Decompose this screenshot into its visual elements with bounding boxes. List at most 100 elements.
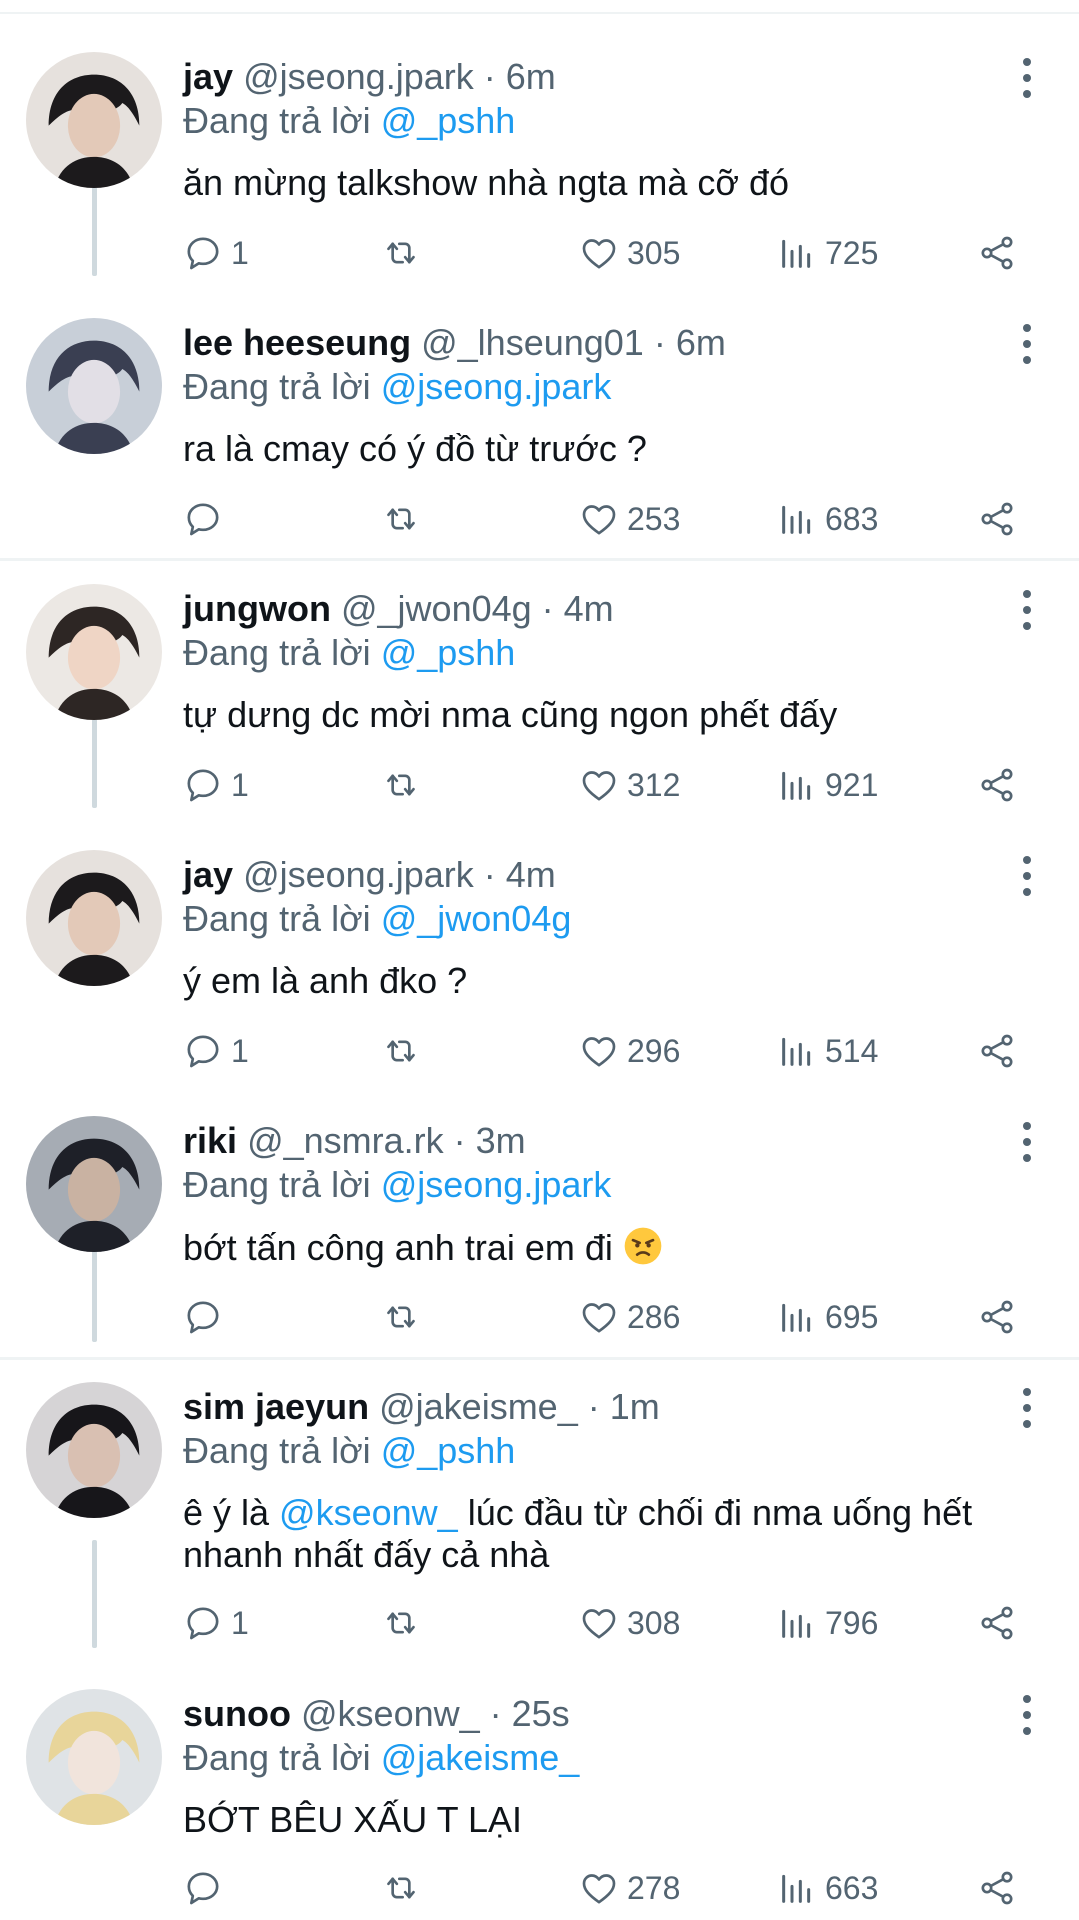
inline-mention-link[interactable]: @kseonw_	[279, 1492, 458, 1533]
more-options-icon[interactable]	[1015, 58, 1039, 98]
avatar[interactable]	[26, 52, 162, 188]
username-handle[interactable]: @kseonw_	[301, 1693, 480, 1734]
username-handle[interactable]: @jseong.jpark	[243, 56, 474, 97]
username-handle[interactable]: @jseong.jpark	[243, 854, 474, 895]
timestamp[interactable]: 3m	[476, 1120, 526, 1161]
username-handle[interactable]: @_nsmra.rk	[247, 1120, 444, 1161]
views-button[interactable]: 683	[777, 496, 878, 542]
retweet-button[interactable]	[381, 230, 421, 276]
retweet-button[interactable]	[381, 762, 421, 808]
reply-button[interactable]	[183, 1865, 223, 1911]
retweet-button[interactable]	[381, 1294, 421, 1340]
views-button[interactable]: 514	[777, 1028, 878, 1074]
avatar[interactable]	[26, 318, 162, 454]
analytics-icon	[782, 239, 811, 268]
views-button[interactable]: 725	[777, 230, 878, 276]
display-name[interactable]: lee heeseung	[183, 322, 411, 363]
tweet[interactable]: sim jaeyun @jakeisme_ · 1m Đang trả lời @…	[0, 1382, 1079, 1650]
tweet[interactable]: riki @_nsmra.rk · 3m Đang trả lời @jseong…	[0, 1116, 1079, 1344]
display-name[interactable]: sim jaeyun	[183, 1386, 369, 1427]
like-count: 253	[627, 500, 681, 537]
reply-button[interactable]	[183, 496, 223, 542]
display-name[interactable]: jungwon	[183, 588, 331, 629]
share-button[interactable]	[977, 496, 1017, 542]
timestamp[interactable]: 6m	[676, 322, 726, 363]
username-handle[interactable]: @_jwon04g	[341, 588, 532, 629]
timestamp[interactable]: 1m	[610, 1386, 660, 1427]
tweet[interactable]: sunoo @kseonw_ · 25s Đang trả lời @jakeis…	[0, 1689, 1079, 1915]
like-button[interactable]: 278	[579, 1865, 680, 1911]
avatar[interactable]	[26, 1116, 162, 1252]
views-button[interactable]: 796	[777, 1600, 878, 1646]
more-options-icon[interactable]	[1015, 324, 1039, 364]
share-button[interactable]	[977, 230, 1017, 276]
share-button[interactable]	[977, 1294, 1017, 1340]
reply-to-mention[interactable]: @jseong.jpark	[381, 1164, 612, 1205]
angry-face-emoji	[623, 1226, 663, 1266]
reply-button[interactable]: 1	[183, 1028, 249, 1074]
more-options-icon[interactable]	[1015, 1388, 1039, 1428]
retweet-button[interactable]	[381, 1600, 421, 1646]
avatar[interactable]	[26, 1382, 162, 1518]
retweet-icon	[387, 1040, 415, 1062]
tweet[interactable]: lee heeseung @_lhseung01 · 6m Đang trả lờ…	[0, 318, 1079, 546]
reply-button[interactable]: 1	[183, 230, 249, 276]
views-button[interactable]: 695	[777, 1294, 878, 1340]
tweet[interactable]: jay @jseong.jpark · 6m Đang trả lời @_psh…	[0, 52, 1079, 280]
reply-to-mention[interactable]: @_pshh	[381, 100, 516, 141]
reply-button[interactable]	[183, 1294, 223, 1340]
tweet-text-body: BỚT BÊU XẤU T LẠI	[183, 1799, 522, 1840]
display-name[interactable]: sunoo	[183, 1693, 291, 1734]
timestamp[interactable]: 6m	[506, 56, 556, 97]
more-options-icon[interactable]	[1015, 590, 1039, 630]
timestamp[interactable]: 4m	[564, 588, 614, 629]
views-button[interactable]: 921	[777, 762, 878, 808]
reply-to-mention[interactable]: @jakeisme_	[381, 1737, 580, 1778]
timestamp[interactable]: 4m	[506, 854, 556, 895]
more-options-icon[interactable]	[1015, 856, 1039, 896]
share-button[interactable]	[977, 1600, 1017, 1646]
tweet[interactable]: jungwon @_jwon04g · 4m Đang trả lời @_psh…	[0, 584, 1079, 812]
share-button[interactable]	[977, 1028, 1017, 1074]
tweet-text: ê ý là @kseonw_ lúc đầu từ chối đi nma u…	[183, 1492, 1033, 1576]
like-button[interactable]: 296	[579, 1028, 680, 1074]
views-button[interactable]: 663	[777, 1865, 878, 1911]
share-button[interactable]	[977, 1865, 1017, 1911]
retweet-icon	[387, 508, 415, 530]
display-name[interactable]: jay	[183, 56, 233, 97]
reply-to-mention[interactable]: @_pshh	[381, 632, 516, 673]
reply-to-mention[interactable]: @jseong.jpark	[381, 366, 612, 407]
tweet[interactable]: jay @jseong.jpark · 4m Đang trả lời @_jwo…	[0, 850, 1079, 1078]
retweet-button[interactable]	[381, 496, 421, 542]
username-handle[interactable]: @jakeisme_	[379, 1386, 578, 1427]
like-button[interactable]: 312	[579, 762, 680, 808]
retweet-button[interactable]	[381, 1865, 421, 1911]
share-button[interactable]	[977, 762, 1017, 808]
more-options-icon[interactable]	[1015, 1122, 1039, 1162]
tweet-text-body: ra là cmay có ý đồ từ trước ?	[183, 428, 647, 469]
tweet-actions-bar: 1 312 921	[183, 762, 1033, 808]
replying-to-label: Đang trả lời	[183, 366, 381, 407]
like-button[interactable]: 286	[579, 1294, 680, 1340]
reply-icon	[187, 1607, 219, 1640]
like-button[interactable]: 253	[579, 496, 680, 542]
tweet-text: BỚT BÊU XẤU T LẠI	[183, 1799, 1033, 1841]
avatar[interactable]	[26, 584, 162, 720]
avatar[interactable]	[26, 1689, 162, 1825]
view-count: 725	[825, 234, 879, 271]
like-button[interactable]: 308	[579, 1600, 680, 1646]
reply-to-mention[interactable]: @_pshh	[381, 1430, 516, 1471]
more-options-icon[interactable]	[1015, 1695, 1039, 1735]
group-divider	[0, 1357, 1079, 1360]
display-name[interactable]: jay	[183, 854, 233, 895]
timestamp[interactable]: 25s	[512, 1693, 570, 1734]
avatar[interactable]	[26, 850, 162, 986]
username-handle[interactable]: @_lhseung01	[421, 322, 644, 363]
tweet-actions-bar: 1 296 514	[183, 1028, 1033, 1074]
like-button[interactable]: 305	[579, 230, 680, 276]
reply-button[interactable]: 1	[183, 762, 249, 808]
reply-button[interactable]: 1	[183, 1600, 249, 1646]
retweet-button[interactable]	[381, 1028, 421, 1074]
reply-to-mention[interactable]: @_jwon04g	[381, 898, 572, 939]
display-name[interactable]: riki	[183, 1120, 237, 1161]
